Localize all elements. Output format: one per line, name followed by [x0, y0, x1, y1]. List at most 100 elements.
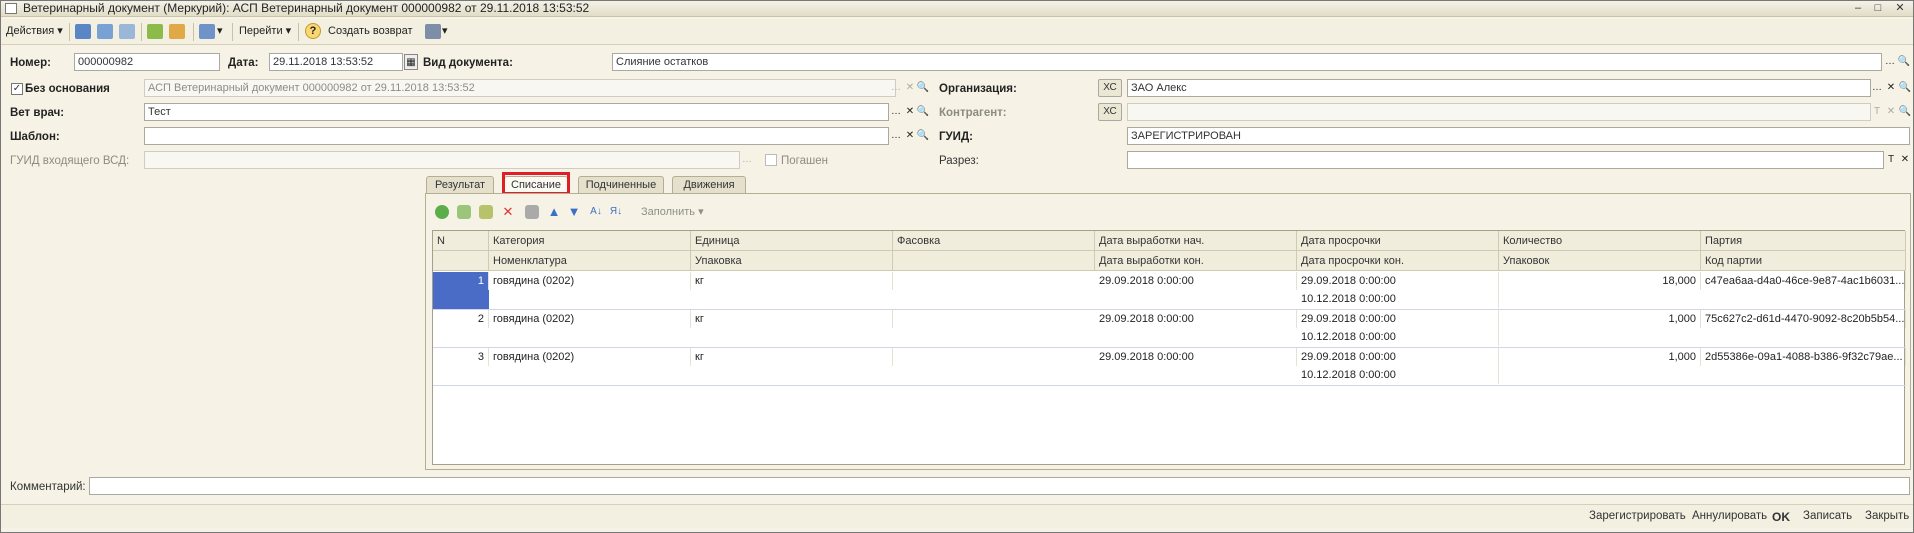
report-icon[interactable]: [169, 24, 185, 39]
copy-row-icon[interactable]: [457, 205, 471, 219]
section-type-icon[interactable]: T: [1884, 152, 1898, 168]
create-return-button[interactable]: Создать возврат: [328, 23, 413, 40]
date-field[interactable]: 29.11.2018 13:53:52: [269, 53, 403, 71]
col-batch-code[interactable]: Код партии: [1701, 251, 1906, 271]
table-cell-unit[interactable]: кг: [691, 348, 893, 366]
col-batch[interactable]: Партия: [1701, 231, 1906, 251]
structure-icon[interactable]: [199, 24, 215, 39]
table-cell-batch[interactable]: 75c627c2-d61d-4470-9092-8c20b5b54...: [1701, 310, 1906, 328]
table-cell-qty[interactable]: 1,000: [1499, 310, 1701, 328]
calendar-icon[interactable]: ▦: [404, 54, 418, 70]
maximize-icon[interactable]: □: [1869, 2, 1887, 15]
print-dropdown[interactable]: ▾: [442, 23, 448, 40]
cancel-button[interactable]: Аннулировать: [1692, 510, 1767, 522]
goto-menu[interactable]: Перейти ▾: [239, 23, 291, 40]
table-cell-unit[interactable]: кг: [691, 272, 893, 290]
vet-open-icon[interactable]: 🔍: [916, 104, 930, 120]
col-prod-end[interactable]: Дата выработки кон.: [1095, 251, 1297, 271]
table-row-n[interactable]: 3: [433, 348, 489, 366]
organization-clear-icon[interactable]: ✕: [1884, 80, 1898, 96]
section-field[interactable]: [1127, 151, 1884, 169]
move-up-icon[interactable]: ▲: [547, 205, 561, 219]
fill-menu[interactable]: Заполнить ▾: [641, 204, 704, 221]
template-field[interactable]: [144, 127, 889, 145]
col-pack[interactable]: Фасовка: [893, 231, 1095, 251]
minimize-icon[interactable]: –: [1849, 2, 1867, 15]
print-icon[interactable]: [425, 24, 441, 39]
guid-field[interactable]: ЗАРЕГИСТРИРОВАН: [1127, 127, 1910, 145]
table-cell-qty[interactable]: 1,000: [1499, 348, 1701, 366]
col-package[interactable]: Упаковка: [691, 251, 893, 271]
tab-subordinate[interactable]: Подчиненные: [578, 176, 664, 193]
col-n[interactable]: N: [433, 231, 489, 251]
unpost-icon[interactable]: [119, 24, 135, 39]
doc-type-open-icon[interactable]: 🔍: [1897, 54, 1911, 70]
col-unit[interactable]: Единица: [691, 231, 893, 251]
tab-result[interactable]: Результат: [426, 176, 494, 193]
help-icon[interactable]: ?: [305, 23, 321, 39]
doc-type-select-icon[interactable]: …: [1883, 54, 1897, 70]
table-cell-prod-start[interactable]: 29.09.2018 0:00:00: [1095, 310, 1297, 328]
col-expiry[interactable]: Дата просрочки: [1297, 231, 1499, 251]
vet-field[interactable]: Тест: [144, 103, 889, 121]
template-select-icon[interactable]: …: [889, 128, 903, 144]
section-clear-icon[interactable]: ✕: [1898, 152, 1912, 168]
actions-menu[interactable]: Действия ▾: [6, 23, 63, 40]
organization-field[interactable]: ЗАО Алекс: [1127, 79, 1871, 97]
ok-button[interactable]: OK: [1772, 510, 1790, 524]
organization-select-icon[interactable]: …: [1870, 80, 1884, 96]
col-category[interactable]: Категория: [489, 231, 691, 251]
end-edit-icon[interactable]: [525, 205, 539, 219]
contractor-type-button[interactable]: ХС: [1098, 103, 1122, 121]
col-expiry-end[interactable]: Дата просрочки кон.: [1297, 251, 1499, 271]
template-clear-icon[interactable]: ✕: [903, 128, 917, 144]
table-row-n[interactable]: 2: [433, 310, 489, 328]
col-qty[interactable]: Количество: [1499, 231, 1701, 251]
table-cell-qty[interactable]: 18,000: [1499, 272, 1701, 290]
col-nomenclature[interactable]: Номенклатура: [489, 251, 691, 271]
edit-row-icon[interactable]: [479, 205, 493, 219]
move-down-icon[interactable]: ▼: [567, 205, 581, 219]
table-cell-category[interactable]: говядина (0202): [489, 310, 691, 328]
table-cell-batch[interactable]: 2d55386e-09a1-4088-b386-9f32c79ae...: [1701, 348, 1906, 366]
table-cell-unit[interactable]: кг: [691, 310, 893, 328]
table-cell-batch[interactable]: c47ea6aa-d4a0-46ce-9e87-4ac1b6031...: [1701, 272, 1906, 290]
sort-asc-icon[interactable]: A↓: [589, 205, 603, 219]
copy-icon[interactable]: [147, 24, 163, 39]
no-basis-checkbox[interactable]: ✓: [11, 83, 23, 95]
doc-type-field[interactable]: Слияние остатков: [612, 53, 1882, 71]
table-cell-expiry-end[interactable]: 10.12.2018 0:00:00: [1297, 328, 1499, 346]
table-cell-expiry[interactable]: 29.09.2018 0:00:00: [1297, 310, 1499, 328]
table-cell-category[interactable]: говядина (0202): [489, 348, 691, 366]
sort-desc-icon[interactable]: Я↓: [609, 205, 623, 219]
number-field[interactable]: 000000982: [74, 53, 220, 71]
close-button[interactable]: Закрыть: [1865, 510, 1909, 522]
post-close-icon[interactable]: [97, 24, 113, 39]
vet-select-icon[interactable]: …: [889, 104, 903, 120]
comment-field[interactable]: [89, 477, 1910, 495]
table-cell-expiry-end[interactable]: 10.12.2018 0:00:00: [1297, 366, 1499, 384]
register-button[interactable]: Зарегистрировать: [1589, 510, 1686, 522]
items-table[interactable]: N Категория Единица Фасовка Дата выработ…: [432, 230, 1906, 465]
structure-dropdown[interactable]: ▾: [217, 23, 223, 40]
col-prod-start[interactable]: Дата выработки нач.: [1095, 231, 1297, 251]
table-cell-expiry[interactable]: 29.09.2018 0:00:00: [1297, 272, 1499, 290]
table-row-n[interactable]: 1: [433, 272, 489, 290]
delete-row-icon[interactable]: ✕: [501, 205, 515, 219]
close-icon[interactable]: ✕: [1891, 2, 1909, 15]
contractor-field: [1127, 103, 1871, 121]
table-cell-prod-start[interactable]: 29.09.2018 0:00:00: [1095, 272, 1297, 290]
post-icon[interactable]: [75, 24, 91, 39]
vet-clear-icon[interactable]: ✕: [903, 104, 917, 120]
tab-movements[interactable]: Движения: [672, 176, 746, 193]
col-packs[interactable]: Упаковок: [1499, 251, 1701, 271]
organization-open-icon[interactable]: 🔍: [1898, 80, 1912, 96]
template-open-icon[interactable]: 🔍: [916, 128, 930, 144]
add-row-icon[interactable]: [435, 205, 449, 219]
table-cell-category[interactable]: говядина (0202): [489, 272, 691, 290]
table-cell-prod-start[interactable]: 29.09.2018 0:00:00: [1095, 348, 1297, 366]
save-button[interactable]: Записать: [1803, 510, 1852, 522]
table-cell-expiry-end[interactable]: 10.12.2018 0:00:00: [1297, 290, 1499, 308]
organization-type-button[interactable]: ХС: [1098, 79, 1122, 97]
table-cell-expiry[interactable]: 29.09.2018 0:00:00: [1297, 348, 1499, 366]
